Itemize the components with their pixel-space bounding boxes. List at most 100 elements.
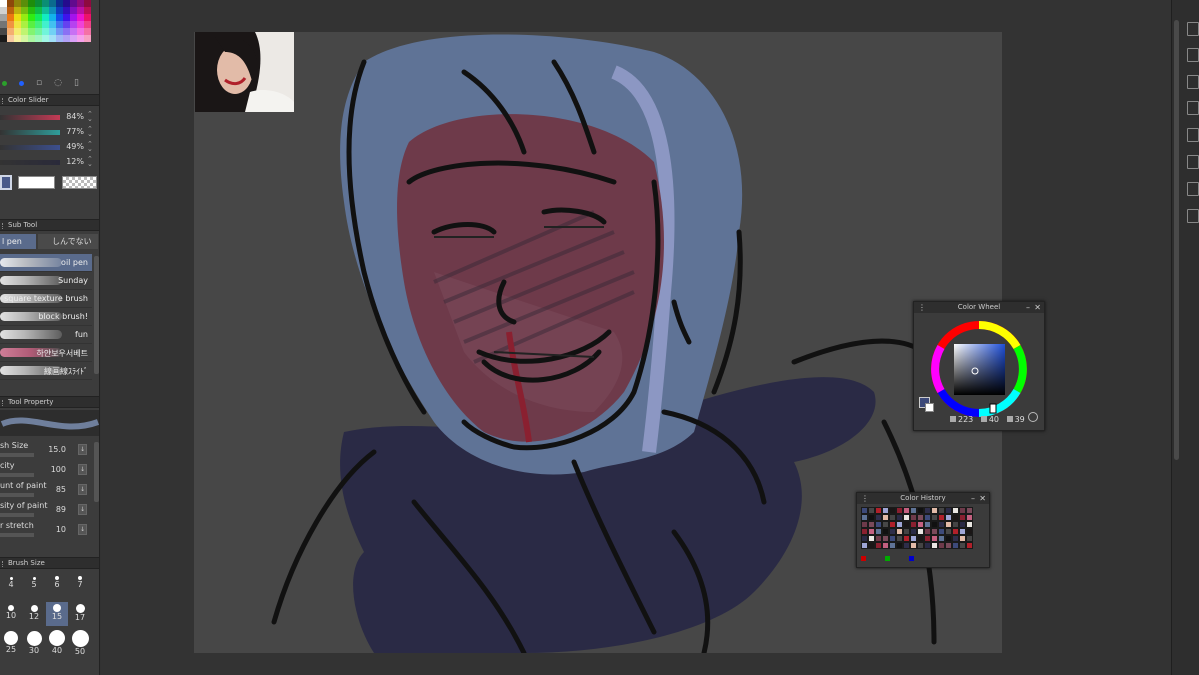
add-color-icon[interactable]: ▫ [36,78,42,88]
mask-icon[interactable] [1187,155,1199,169]
history-swatch[interactable] [917,514,924,521]
red-dot-icon[interactable] [861,556,866,561]
palette-swatch[interactable] [63,28,70,35]
palette-swatch[interactable] [7,0,14,7]
history-swatch[interactable] [882,514,889,521]
palette-swatch[interactable] [7,28,14,35]
history-swatch[interactable] [966,535,973,542]
history-swatch[interactable] [952,542,959,549]
mode-toggle-icon[interactable] [1028,412,1038,422]
palette-swatch[interactable] [84,35,91,42]
brush-item[interactable]: fun [0,326,92,344]
history-swatch[interactable] [882,542,889,549]
history-swatch[interactable] [903,528,910,535]
history-swatch[interactable] [903,514,910,521]
palette-swatch[interactable] [42,0,49,7]
history-swatch[interactable] [861,542,868,549]
history-swatch[interactable] [910,521,917,528]
brush-size-cell[interactable]: 50 [69,629,91,656]
slider-track[interactable] [0,130,60,135]
property-slider[interactable] [0,533,34,537]
palette-swatch[interactable] [70,35,77,42]
palette-swatch[interactable] [49,14,56,21]
history-swatch[interactable] [896,542,903,549]
tool-property-row[interactable]: sh Size 15.0 ↓ [0,441,99,461]
slider-track[interactable] [0,115,60,120]
brush-size-cell[interactable]: 7 [69,572,91,596]
palette-swatch[interactable] [42,28,49,35]
color-slider-row[interactable]: 77% ⌃ ⌄ [0,126,99,139]
history-swatch[interactable] [882,507,889,514]
property-slider[interactable] [0,493,34,497]
palette-swatch[interactable] [0,28,7,35]
main-color-swatch[interactable] [0,175,12,190]
history-swatch[interactable] [903,542,910,549]
palette-swatch[interactable] [77,35,84,42]
history-swatch[interactable] [896,507,903,514]
palette-swatch[interactable] [56,0,63,7]
tool-property-row[interactable]: city 100 ↓ [0,461,99,481]
rail-scrollbar[interactable] [1174,20,1179,460]
palette-swatch[interactable] [42,35,49,42]
history-swatch[interactable] [917,535,924,542]
history-swatch[interactable] [952,521,959,528]
history-swatch[interactable] [966,514,973,521]
palette-swatch[interactable] [84,0,91,7]
palette-swatch[interactable] [28,7,35,14]
history-swatch[interactable] [875,507,882,514]
brush-item[interactable]: block brush! [0,308,92,326]
history-swatch[interactable] [868,542,875,549]
history-swatch[interactable] [917,507,924,514]
history-swatch[interactable] [889,507,896,514]
palette-swatch[interactable] [35,21,42,28]
history-swatch[interactable] [910,528,917,535]
property-slider[interactable] [0,473,34,477]
palette-swatch[interactable] [14,21,21,28]
history-swatch[interactable] [875,521,882,528]
palette-swatch[interactable] [70,14,77,21]
property-value[interactable]: 10 [46,525,66,534]
history-swatch[interactable] [868,521,875,528]
palette-swatch[interactable] [49,7,56,14]
history-swatch[interactable] [889,514,896,521]
brush-size-cell[interactable]: 15 [46,602,68,626]
history-swatch[interactable] [896,521,903,528]
color-slider-row[interactable]: 12% ⌃ ⌄ [0,156,99,169]
palette-swatch[interactable] [63,7,70,14]
brush-item[interactable]: Sunday [0,272,92,290]
palette-swatch[interactable] [28,28,35,35]
palette-swatch[interactable] [77,21,84,28]
palette-swatch[interactable] [42,21,49,28]
history-swatch[interactable] [889,535,896,542]
palette-swatch[interactable] [28,21,35,28]
history-swatch[interactable] [931,528,938,535]
property-slider[interactable] [0,453,34,457]
palette-swatch[interactable] [77,14,84,21]
history-swatch[interactable] [952,507,959,514]
brush-size-cell[interactable]: 5 [23,572,45,596]
history-swatch[interactable] [861,507,868,514]
brush-size-cell[interactable]: 17 [69,602,91,626]
palette-swatch[interactable] [21,0,28,7]
tab-custom[interactable]: しんでない [38,234,98,249]
palette-swatch[interactable] [35,0,42,7]
history-swatch[interactable] [945,535,952,542]
brush-item[interactable]: square texture brush [0,290,92,308]
pressure-settings-icon[interactable]: ↓ [78,524,87,535]
history-swatch[interactable] [938,514,945,521]
history-swatch[interactable] [938,542,945,549]
color-set-palette[interactable] [0,0,91,46]
palette-swatch[interactable] [14,28,21,35]
property-value[interactable]: 85 [46,485,66,494]
blue-dot-icon[interactable] [19,80,24,86]
history-swatch[interactable] [924,514,931,521]
history-swatch[interactable] [924,535,931,542]
drag-handle-icon[interactable]: ⋮ [861,493,869,504]
blue-dot-icon[interactable] [909,556,914,561]
slider-track[interactable] [0,160,60,165]
brush-size-header[interactable]: Brush Size [0,557,99,569]
history-swatch[interactable] [896,528,903,535]
slider-track[interactable] [0,145,60,150]
palette-swatch[interactable] [21,7,28,14]
brush-item[interactable]: oil pen [0,254,92,272]
